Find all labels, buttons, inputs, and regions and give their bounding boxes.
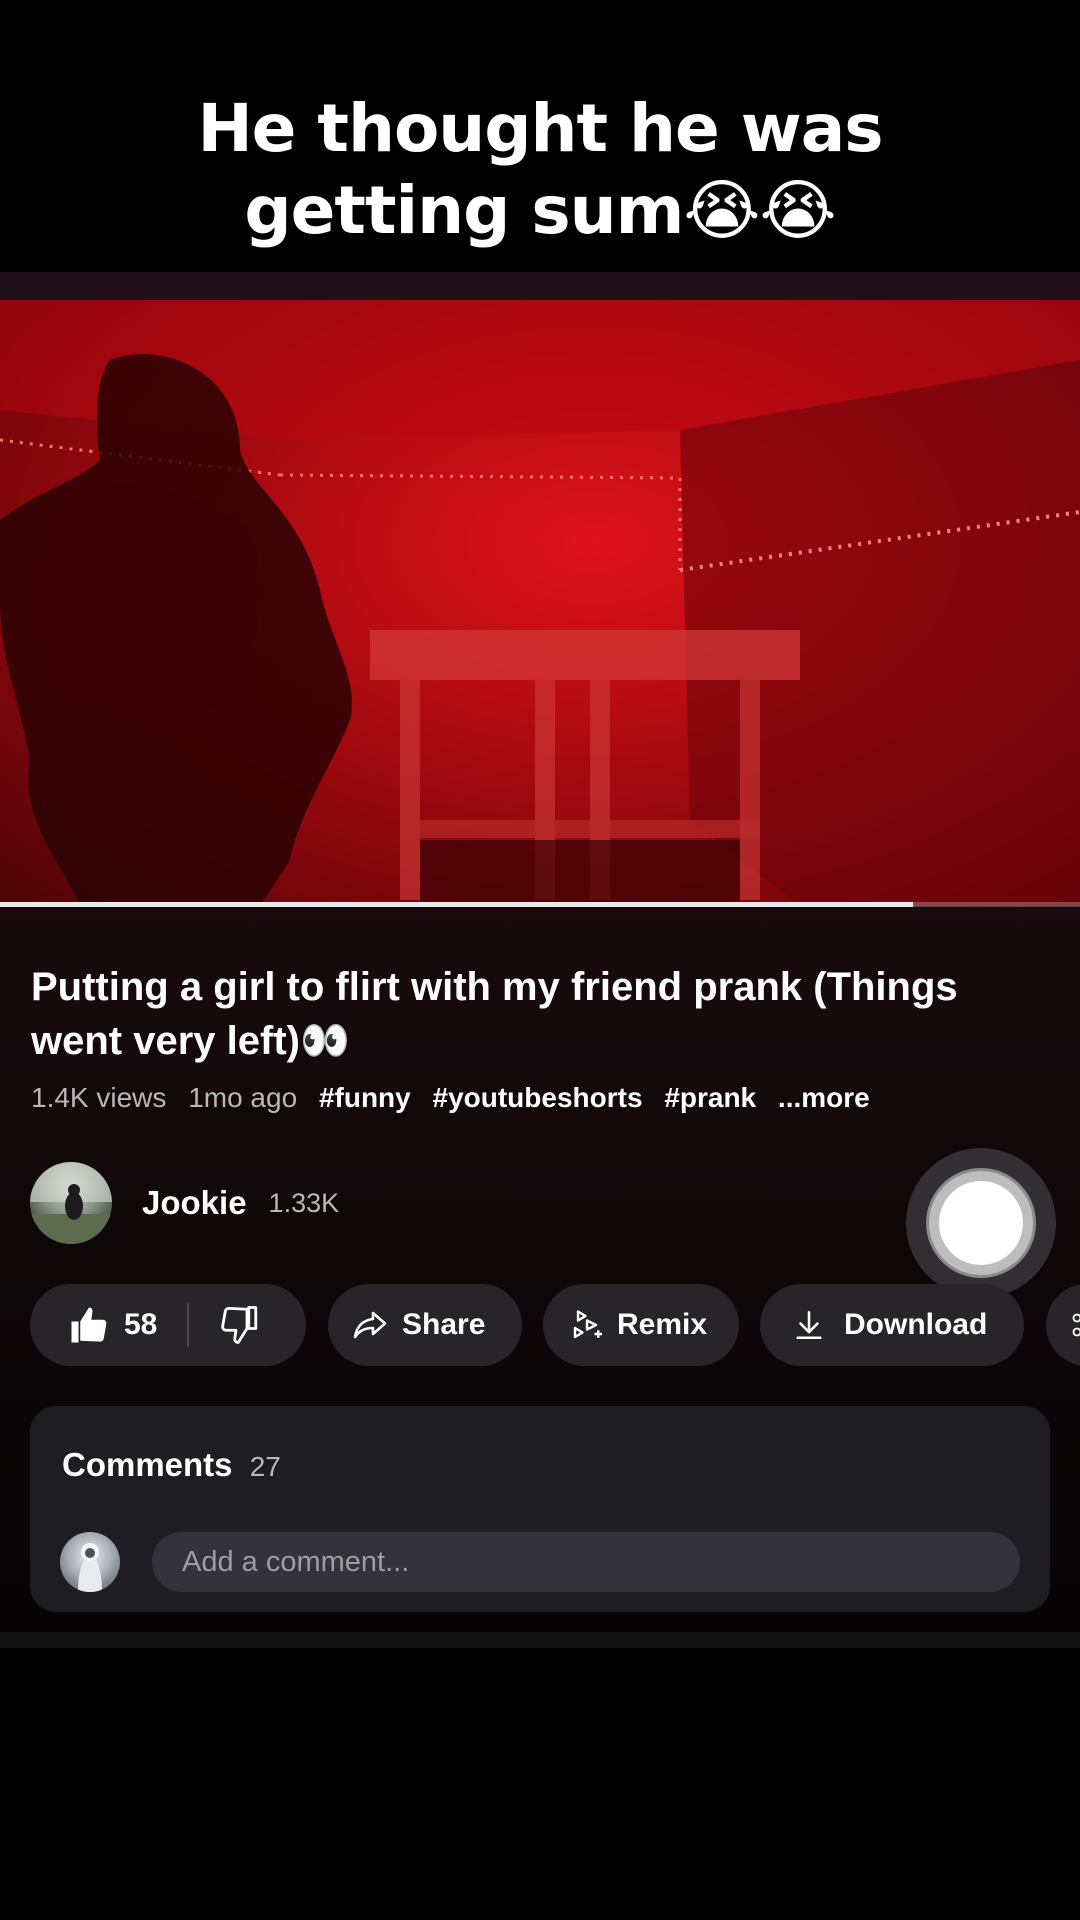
hashtag-link[interactable]: #youtubeshorts	[433, 1082, 643, 1113]
avatar-photo	[30, 1162, 112, 1244]
video-meta[interactable]: 1.4K views 1mo ago #funny #youtubeshorts…	[31, 1082, 884, 1114]
more-actions-button[interactable]	[1046, 1284, 1080, 1366]
bottom-strip	[0, 1632, 1080, 1648]
comments-card[interactable]: Comments 27 Add a comment...	[30, 1406, 1050, 1612]
top-band	[0, 272, 1080, 300]
video-caption: He thought he was getting sum😭😭	[197, 90, 883, 249]
screen-record-button[interactable]	[906, 1148, 1056, 1298]
share-arrow-icon	[352, 1307, 388, 1343]
more-link[interactable]: ...more	[778, 1082, 870, 1113]
scissors-icon	[1070, 1307, 1080, 1343]
thumbs-up-icon[interactable]	[68, 1304, 110, 1346]
download-icon	[792, 1307, 826, 1343]
video-progress-fill	[0, 902, 913, 907]
video-progress-bar[interactable]	[0, 902, 1080, 907]
user-avatar	[60, 1532, 120, 1592]
remix-button[interactable]: Remix	[543, 1284, 739, 1366]
action-bar: 58 Share Remix Download	[30, 1284, 1080, 1366]
comments-header: Comments 27	[62, 1446, 281, 1484]
remix-label: Remix	[617, 1308, 708, 1341]
hashtag-link[interactable]: #funny	[319, 1082, 411, 1113]
download-label: Download	[844, 1308, 988, 1341]
comments-label: Comments	[62, 1446, 233, 1483]
channel-name[interactable]: Jookie	[142, 1184, 247, 1222]
share-label: Share	[402, 1308, 486, 1341]
record-button-inner	[929, 1171, 1033, 1275]
youtube-screen-recording: Putting a girl to flirt with my friend p…	[0, 272, 1080, 1648]
download-button[interactable]: Download	[760, 1284, 1024, 1366]
like-count: 58	[124, 1308, 158, 1341]
view-count: 1.4K views	[31, 1082, 167, 1113]
user-avatar-photo	[78, 1543, 102, 1592]
add-comment-input[interactable]: Add a comment...	[152, 1532, 1020, 1592]
remix-icon	[569, 1307, 605, 1343]
share-button[interactable]: Share	[328, 1284, 522, 1366]
like-separator	[187, 1303, 190, 1347]
comments-count: 27	[249, 1451, 281, 1482]
thumbs-down-icon[interactable]	[219, 1304, 261, 1346]
channel-row[interactable]: Jookie 1.33K	[30, 1162, 339, 1244]
upload-age: 1mo ago	[188, 1082, 298, 1113]
channel-avatar[interactable]	[30, 1162, 112, 1244]
like-dislike-pill: 58	[30, 1284, 306, 1366]
video-frame-illustration	[0, 300, 1080, 906]
video-player[interactable]	[0, 300, 1080, 906]
video-title: Putting a girl to flirt with my friend p…	[31, 965, 958, 1063]
subscriber-count: 1.33K	[268, 1187, 340, 1218]
hashtag-link[interactable]: #prank	[664, 1082, 756, 1113]
